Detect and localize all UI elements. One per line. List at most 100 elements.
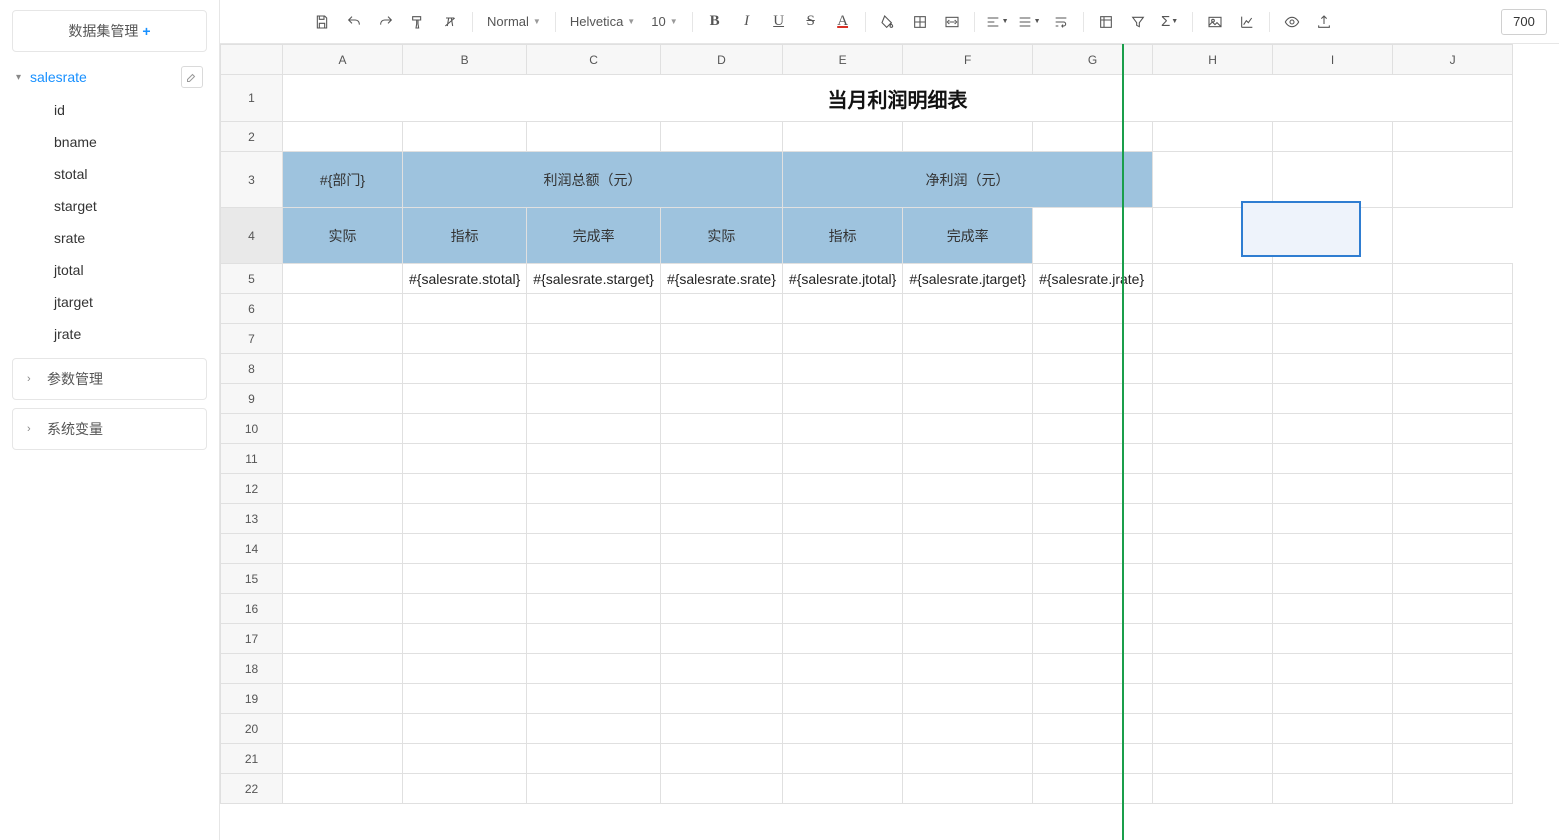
cell[interactable] [1153,534,1273,564]
cell[interactable] [1393,594,1513,624]
cell[interactable] [660,414,782,444]
fontsize-dropdown[interactable]: 10 ▼ [645,8,683,36]
cell[interactable] [527,534,661,564]
cell[interactable] [1153,324,1273,354]
row-header-9[interactable]: 9 [221,384,283,414]
edit-icon[interactable] [181,66,203,88]
cell[interactable] [283,264,403,294]
cell[interactable] [1033,504,1153,534]
cell[interactable] [660,534,782,564]
cell[interactable] [660,714,782,744]
cell[interactable] [283,534,403,564]
cell[interactable] [1033,384,1153,414]
cell[interactable] [782,324,902,354]
cell[interactable] [1393,414,1513,444]
cell[interactable] [1153,414,1273,444]
col-header-H[interactable]: H [1153,45,1273,75]
cell[interactable] [782,444,902,474]
tree-leaf[interactable]: id [12,94,207,126]
preview-icon[interactable] [1278,8,1306,36]
merge-icon[interactable] [938,8,966,36]
cell[interactable] [1273,534,1393,564]
cell[interactable] [1393,294,1513,324]
borders-icon[interactable] [906,8,934,36]
cell[interactable] [1273,264,1393,294]
cell[interactable] [782,122,902,152]
cell[interactable] [903,774,1033,804]
row-header-3[interactable]: 3 [221,152,283,208]
cell[interactable] [782,474,902,504]
cell[interactable] [660,474,782,504]
cell[interactable] [527,384,661,414]
cell[interactable] [283,594,403,624]
redo-icon[interactable] [372,8,400,36]
cell[interactable] [1033,208,1153,264]
cell[interactable] [660,654,782,684]
cell[interactable] [403,624,527,654]
cell[interactable] [1033,594,1153,624]
cell[interactable] [1153,744,1273,774]
cell[interactable] [527,654,661,684]
cell[interactable] [527,744,661,774]
cell[interactable] [1393,324,1513,354]
col-header-C[interactable]: C [527,45,661,75]
cell[interactable] [1273,714,1393,744]
cell[interactable] [283,624,403,654]
cell[interactable] [527,474,661,504]
cell[interactable] [1273,774,1393,804]
cell[interactable] [660,324,782,354]
font-color-icon[interactable]: A [829,8,857,36]
image-icon[interactable] [1201,8,1229,36]
row-header-2[interactable]: 2 [221,122,283,152]
cell[interactable] [283,414,403,444]
align-h-icon[interactable]: ▼ [983,8,1011,36]
cell[interactable] [1033,294,1153,324]
row-header-8[interactable]: 8 [221,354,283,384]
cell[interactable] [527,294,661,324]
cell[interactable] [1393,684,1513,714]
row-header-13[interactable]: 13 [221,504,283,534]
row-header-15[interactable]: 15 [221,564,283,594]
cell[interactable] [1273,624,1393,654]
cell[interactable] [1393,474,1513,504]
cell[interactable] [527,624,661,654]
cell[interactable] [1153,774,1273,804]
cell[interactable] [1153,294,1273,324]
cell[interactable] [1033,122,1153,152]
tree-leaf[interactable]: bname [12,126,207,158]
cell[interactable] [782,294,902,324]
cell[interactable] [1033,354,1153,384]
cell[interactable] [1393,264,1513,294]
col-header-D[interactable]: D [660,45,782,75]
cell[interactable] [660,774,782,804]
col-header-I[interactable]: I [1273,45,1393,75]
format-painter-icon[interactable] [404,8,432,36]
cell[interactable] [903,324,1033,354]
cell[interactable] [1033,714,1153,744]
cell[interactable] [283,774,403,804]
function-icon[interactable]: Σ▼ [1156,8,1184,36]
cell[interactable] [1273,354,1393,384]
cell[interactable] [1393,624,1513,654]
cell[interactable] [283,744,403,774]
cell[interactable] [660,744,782,774]
cell[interactable] [1273,684,1393,714]
cell[interactable] [660,594,782,624]
cell[interactable] [1033,324,1153,354]
cell[interactable] [660,684,782,714]
cell[interactable] [903,414,1033,444]
col-header-J[interactable]: J [1393,45,1513,75]
sub-header[interactable]: 实际 [660,208,782,264]
cell[interactable] [782,504,902,534]
tree-leaf[interactable]: stotal [12,158,207,190]
tree-leaf[interactable]: jtarget [12,286,207,318]
cell[interactable] [903,384,1033,414]
cell[interactable] [283,294,403,324]
cell[interactable] [403,654,527,684]
cell[interactable] [283,684,403,714]
cell[interactable] [782,534,902,564]
cell[interactable] [1033,774,1153,804]
cell[interactable] [782,684,902,714]
cell[interactable]: #{salesrate.jrate} [1033,264,1153,294]
cell[interactable] [1033,654,1153,684]
